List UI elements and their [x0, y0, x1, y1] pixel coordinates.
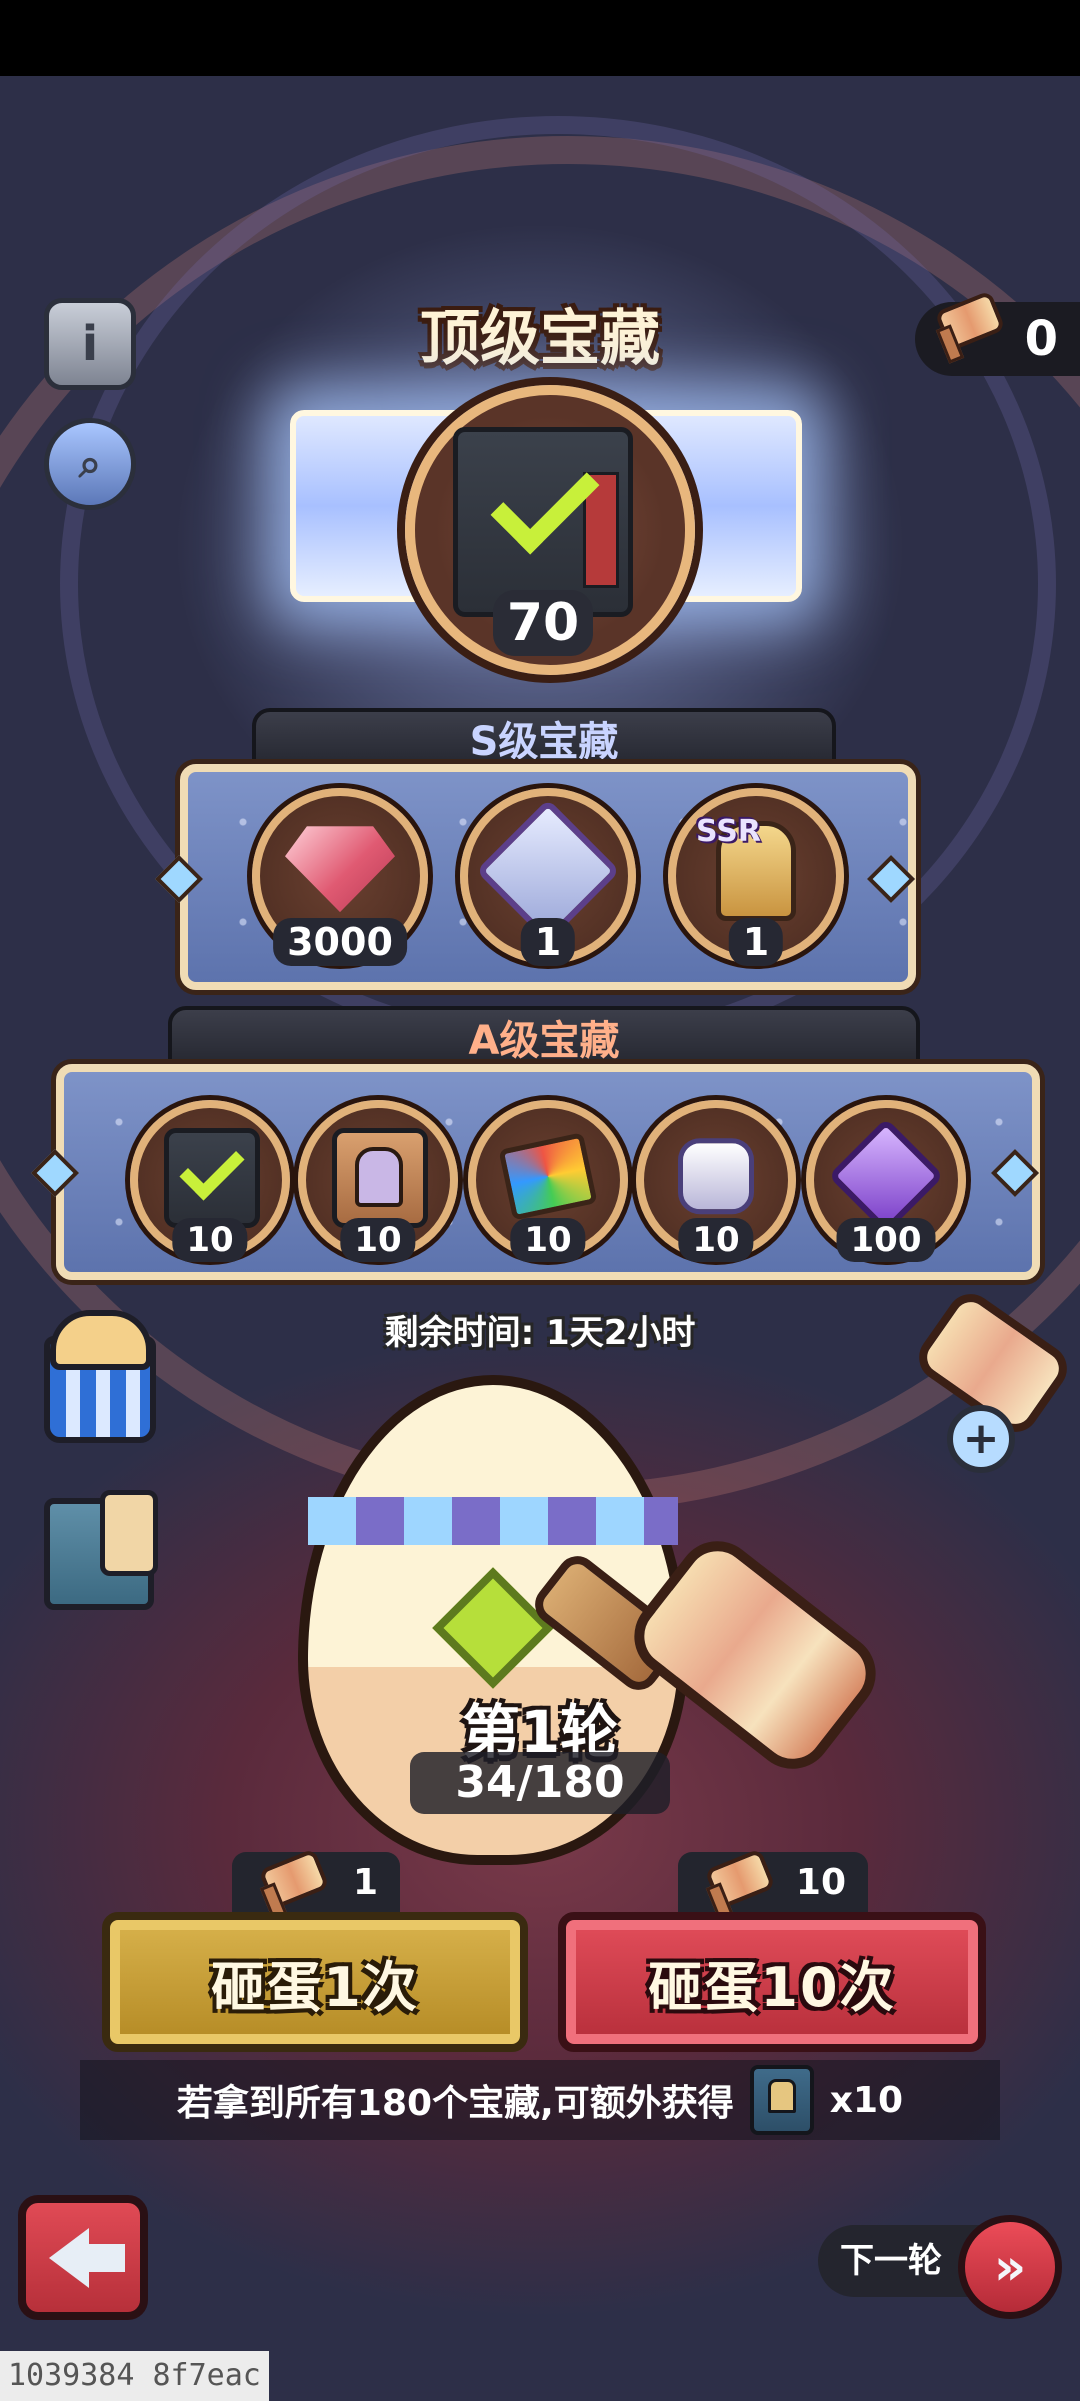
a-reward-fist[interactable]: 10 [636, 1100, 796, 1262]
top-prize-count: 70 [493, 590, 593, 656]
card-book-icon [498, 1132, 598, 1221]
purple-emblem-icon [828, 1117, 944, 1234]
reward-qty: 100 [836, 1218, 936, 1262]
info-button[interactable]: i [44, 298, 136, 390]
get-hammers-button[interactable]: + [905, 1284, 1077, 1473]
ten-cost: 10 [795, 1861, 846, 1903]
reward-qty: 10 [510, 1218, 586, 1262]
back-arrow-icon [49, 2227, 125, 2288]
ssr-badge: SSR [696, 814, 761, 849]
hammer-icon [700, 1848, 776, 1922]
hammer-icon [930, 290, 1006, 364]
a-reward-card-book[interactable]: 10 [468, 1100, 628, 1262]
reward-qty: 10 [678, 1218, 754, 1262]
magnifier-icon: ⌕ [78, 441, 102, 487]
watermark: 1039384 8f7eac [0, 2351, 269, 2401]
book-check-icon [453, 427, 633, 617]
next-round-button[interactable]: » [958, 2215, 1062, 2319]
bonus-qty: x10 [829, 2079, 904, 2121]
fast-forward-icon: » [993, 2238, 1027, 2296]
reward-qty: 1 [728, 918, 784, 966]
helmet-book-icon [332, 1128, 428, 1228]
plus-icon: + [947, 1405, 1015, 1473]
helmet-book-icon [749, 2065, 814, 2135]
smash-once-label: 砸蛋1次 [211, 1955, 419, 2019]
reward-qty: 1 [520, 918, 576, 966]
next-round-control[interactable]: 下一轮 » [818, 2215, 1068, 2319]
s-reward-ssr-card[interactable]: SSR 1 [668, 788, 844, 966]
info-icon: i [81, 316, 99, 372]
s-reward-gems[interactable]: 3000 [252, 788, 428, 966]
ten-cost-tab: 10 [678, 1848, 868, 1922]
top-prize-medal[interactable]: 70 [405, 385, 695, 675]
a-reward-helmet-book[interactable]: 10 [298, 1100, 458, 1262]
egg-pattern [308, 1497, 678, 1545]
a-reward-purple-emblem[interactable]: 100 [806, 1100, 966, 1262]
a-reward-book-check[interactable]: 10 [130, 1100, 290, 1262]
reward-qty: 10 [172, 1218, 248, 1262]
scroll-icon [100, 1490, 158, 1576]
search-button[interactable]: ⌕ [44, 418, 136, 510]
hammer-count: 0 [1024, 311, 1058, 367]
hammer-icon [254, 1848, 330, 1922]
log-book-button[interactable] [30, 1480, 160, 1610]
gift-box-button[interactable] [30, 1310, 160, 1443]
book-check-icon [164, 1128, 260, 1228]
single-cost-tab: 1 [232, 1848, 400, 1922]
back-button[interactable] [18, 2195, 148, 2320]
fist-icon [678, 1138, 754, 1215]
single-cost: 1 [352, 1861, 378, 1903]
bonus-text: 若拿到所有180个宝藏,可额外获得 [176, 2083, 734, 2124]
s-reward-emblem[interactable]: 1 [460, 788, 636, 966]
smash-ten-label: 砸蛋10次 [648, 1955, 896, 2019]
gem-icon [285, 826, 395, 913]
reward-qty: 3000 [273, 918, 407, 966]
round-progress: 34/180 [410, 1752, 670, 1814]
smash-ten-button[interactable]: 砸蛋10次 [558, 1912, 986, 2052]
egg-gem [432, 1567, 554, 1689]
completion-bonus: 若拿到所有180个宝藏,可额外获得 x10 [80, 2060, 1000, 2140]
reward-qty: 10 [340, 1218, 416, 1262]
smash-once-button[interactable]: 砸蛋1次 [102, 1912, 528, 2052]
